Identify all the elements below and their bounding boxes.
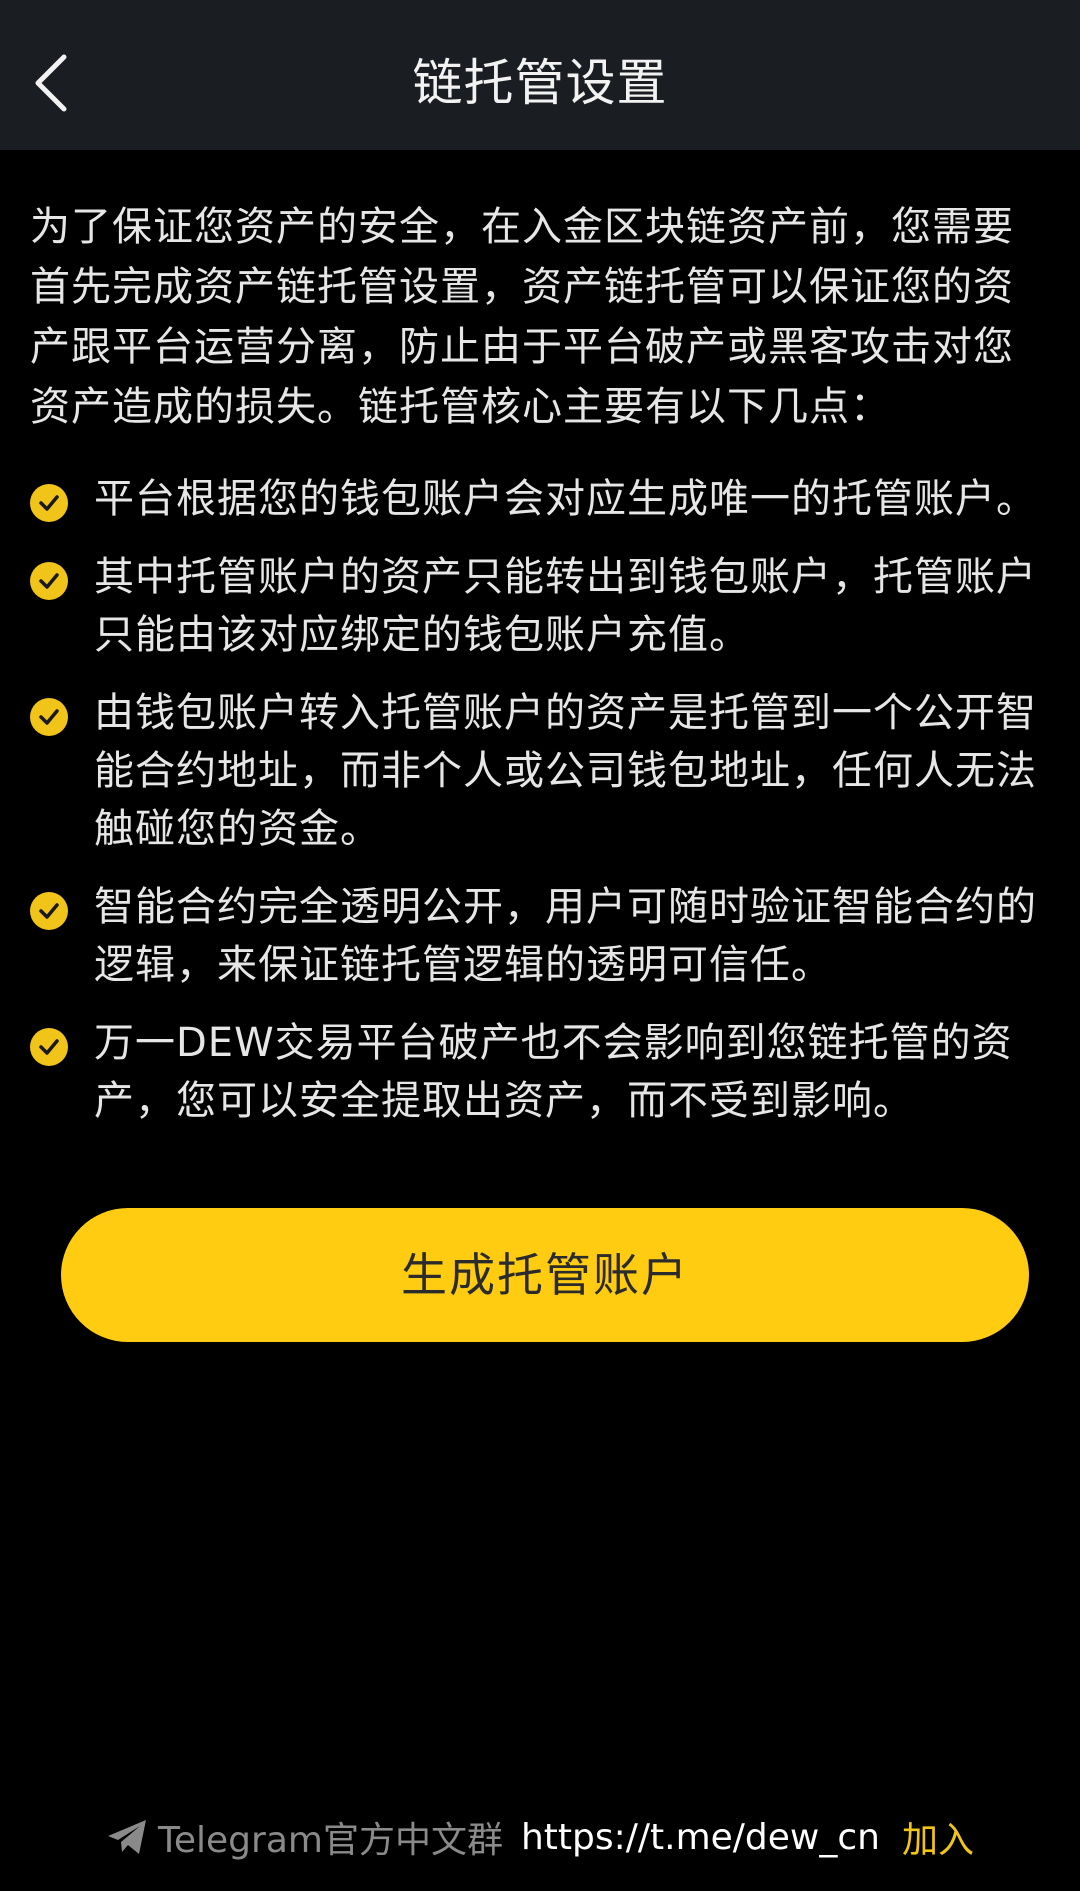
key-points-list: 平台根据您的钱包账户会对应生成唯一的托管账户。 其中托管账户的资产只能转出到钱包… [30, 470, 1060, 1150]
telegram-footer: Telegram官方中文群 https://t.me/dew_cn 加入 [0, 1812, 1080, 1862]
key-point-text: 其中托管账户的资产只能转出到钱包账户，托管账户只能由该对应绑定的钱包账户充值。 [94, 554, 1037, 658]
key-point: 万一DEW交易平台破产也不会影响到您链托管的资产，您可以安全提取出资产，而不受到… [30, 1014, 1060, 1130]
telegram-group-label: Telegram官方中文群 [158, 1820, 503, 1861]
key-point: 智能合约完全透明公开，用户可随时验证智能合约的逻辑，来保证链托管逻辑的透明可信任… [30, 878, 1060, 994]
check-icon [30, 562, 68, 600]
page-title: 链托管设置 [412, 54, 668, 112]
key-point-text: 由钱包账户转入托管账户的资产是托管到一个公开智能合约地址，而非个人或公司钱包地址… [94, 690, 1037, 852]
key-point: 平台根据您的钱包账户会对应生成唯一的托管账户。 [30, 470, 1060, 528]
telegram-icon [108, 1820, 146, 1854]
key-point: 由钱包账户转入托管账户的资产是托管到一个公开智能合约地址，而非个人或公司钱包地址… [30, 684, 1060, 858]
top-bar: 链托管设置 [0, 0, 1080, 150]
key-point-text: 万一DEW交易平台破产也不会影响到您链托管的资产，您可以安全提取出资产，而不受到… [94, 1020, 1013, 1124]
check-icon [30, 698, 68, 736]
intro-paragraph: 为了保证您资产的安全，在入金区块链资产前，您需要首先完成资产链托管设置，资产链托… [30, 204, 1014, 430]
check-icon [30, 1028, 68, 1066]
check-icon [30, 892, 68, 930]
key-point: 其中托管账户的资产只能转出到钱包账户，托管账户只能由该对应绑定的钱包账户充值。 [30, 548, 1060, 664]
telegram-link[interactable]: https://t.me/dew_cn [521, 1817, 880, 1858]
key-point-text: 智能合约完全透明公开，用户可随时验证智能合约的逻辑，来保证链托管逻辑的透明可信任… [94, 884, 1037, 988]
key-point-text: 平台根据您的钱包账户会对应生成唯一的托管账户。 [94, 476, 1037, 522]
check-icon [30, 484, 68, 522]
generate-custody-account-button[interactable]: 生成托管账户 [61, 1208, 1029, 1342]
join-link[interactable]: 加入 [902, 1811, 974, 1863]
